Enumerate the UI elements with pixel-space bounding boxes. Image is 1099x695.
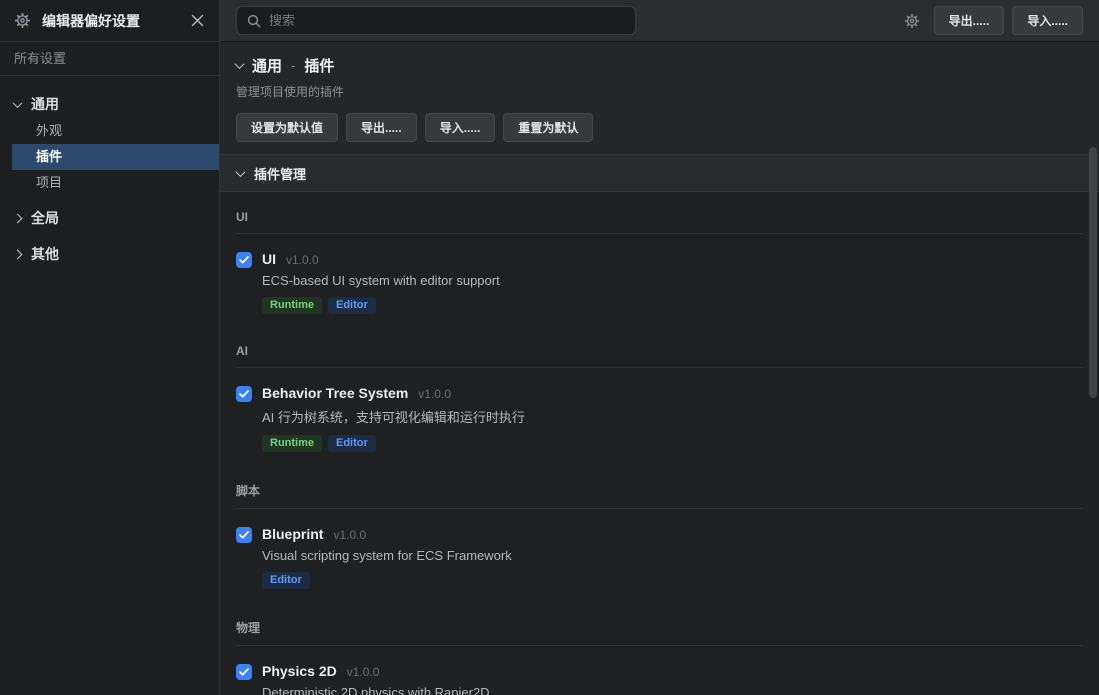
chevron-down-icon[interactable] bbox=[235, 59, 245, 69]
export-button[interactable]: 导出..... bbox=[934, 6, 1005, 35]
chevron-right-icon bbox=[13, 213, 23, 223]
editor-badge: Editor bbox=[328, 435, 376, 452]
plugin-description: AI 行为树系统，支持可视化编辑和运行时执行 bbox=[262, 407, 525, 426]
plugin-version: v1.0.0 bbox=[347, 665, 380, 679]
plugin-name: Behavior Tree System bbox=[262, 385, 408, 401]
category-label-physics: 物理 bbox=[236, 619, 1083, 646]
plugin-version: v1.0.0 bbox=[286, 253, 319, 267]
page-subtitle: 管理项目使用的插件 bbox=[236, 83, 1083, 100]
chevron-down-icon bbox=[236, 167, 246, 177]
sidebar-item-plugins[interactable]: 插件 bbox=[12, 144, 219, 170]
plugin-enabled-checkbox[interactable] bbox=[236, 252, 252, 268]
sidebar-group-general[interactable]: 通用 bbox=[0, 90, 219, 118]
search-box[interactable] bbox=[236, 6, 636, 35]
search-icon bbox=[247, 14, 261, 28]
plugin-version: v1.0.0 bbox=[418, 387, 451, 401]
plugin-enabled-checkbox[interactable] bbox=[236, 386, 252, 402]
check-icon bbox=[239, 390, 249, 398]
plugin-name: UI bbox=[262, 251, 276, 267]
editor-badge: Editor bbox=[262, 572, 310, 589]
import-button[interactable]: 导入..... bbox=[1012, 6, 1083, 35]
close-icon[interactable] bbox=[187, 11, 207, 31]
import-plugins-button[interactable]: 导入..... bbox=[425, 113, 496, 142]
breadcrumb: 通用 - 插件 bbox=[236, 55, 1083, 76]
set-as-default-button[interactable]: 设置为默认值 bbox=[236, 113, 338, 142]
editor-preferences-window: 编辑器偏好设置 所有设置 通用 外观 插件 项目 全局 其他 bbox=[0, 0, 1099, 695]
plugin-description: Deterministic 2D physics with Rapier2D bbox=[262, 685, 490, 695]
runtime-badge: Runtime bbox=[262, 297, 322, 314]
sidebar-item-all-settings[interactable]: 所有设置 bbox=[0, 42, 219, 76]
plugin-name: Blueprint bbox=[262, 526, 323, 542]
settings-sidebar: 编辑器偏好设置 所有设置 通用 外观 插件 项目 全局 其他 bbox=[0, 0, 220, 695]
plugin-version: v1.0.0 bbox=[333, 528, 366, 542]
sidebar-header: 编辑器偏好设置 bbox=[0, 0, 219, 42]
plugin-management-section-header[interactable]: 插件管理 bbox=[220, 155, 1099, 192]
check-icon bbox=[239, 668, 249, 676]
search-input[interactable] bbox=[269, 13, 625, 28]
plugin-enabled-checkbox[interactable] bbox=[236, 664, 252, 680]
export-plugins-button[interactable]: 导出..... bbox=[346, 113, 417, 142]
plugin-row-behavior-tree: Behavior Tree System v1.0.0 AI 行为树系统，支持可… bbox=[236, 385, 1083, 452]
plugin-description: ECS-based UI system with editor support bbox=[262, 273, 500, 288]
gear-icon bbox=[12, 11, 32, 31]
plugin-row-blueprint: Blueprint v1.0.0 Visual scripting system… bbox=[236, 526, 1083, 589]
main-panel: 导出..... 导入..... 通用 - 插件 管理项目使用的插件 设置为默认值… bbox=[220, 0, 1099, 695]
runtime-badge: Runtime bbox=[262, 435, 322, 452]
check-icon bbox=[239, 531, 249, 539]
sidebar-group-other[interactable]: 其他 bbox=[0, 240, 219, 268]
chevron-down-icon bbox=[13, 98, 23, 108]
section-title: 插件管理 bbox=[254, 164, 306, 183]
plugin-name: Physics 2D bbox=[262, 663, 337, 679]
plugin-row-ui: UI v1.0.0 ECS-based UI system with edito… bbox=[236, 251, 1083, 314]
plugin-list: UI UI v1.0.0 ECS-based UI system with ed… bbox=[220, 192, 1099, 695]
breadcrumb-parent: 通用 bbox=[252, 55, 282, 76]
check-icon bbox=[239, 256, 249, 264]
chevron-right-icon bbox=[13, 249, 23, 259]
page-header: 通用 - 插件 管理项目使用的插件 设置为默认值 导出..... 导入.....… bbox=[220, 42, 1099, 155]
plugin-description: Visual scripting system for ECS Framewor… bbox=[262, 548, 512, 563]
settings-gear-icon[interactable] bbox=[902, 11, 922, 31]
breadcrumb-separator: - bbox=[291, 58, 295, 73]
reset-to-default-button[interactable]: 重置为默认 bbox=[503, 113, 593, 142]
sidebar-item-appearance[interactable]: 外观 bbox=[12, 118, 219, 144]
category-label-ai: AI bbox=[236, 344, 1083, 368]
window-title: 编辑器偏好设置 bbox=[42, 11, 187, 31]
editor-badge: Editor bbox=[328, 297, 376, 314]
scrollbar-thumb[interactable] bbox=[1089, 147, 1097, 398]
plugin-row-physics-2d: Physics 2D v1.0.0 Deterministic 2D physi… bbox=[236, 663, 1083, 695]
sidebar-item-project[interactable]: 项目 bbox=[12, 170, 219, 196]
category-label-ui: UI bbox=[236, 210, 1083, 234]
plugin-enabled-checkbox[interactable] bbox=[236, 527, 252, 543]
category-label-script: 脚本 bbox=[236, 482, 1083, 509]
settings-tree: 通用 外观 插件 项目 全局 其他 bbox=[0, 76, 219, 268]
sidebar-group-global[interactable]: 全局 bbox=[0, 204, 219, 232]
topbar: 导出..... 导入..... bbox=[220, 0, 1099, 42]
header-actions: 设置为默认值 导出..... 导入..... 重置为默认 bbox=[236, 113, 1083, 142]
breadcrumb-current: 插件 bbox=[304, 55, 334, 76]
